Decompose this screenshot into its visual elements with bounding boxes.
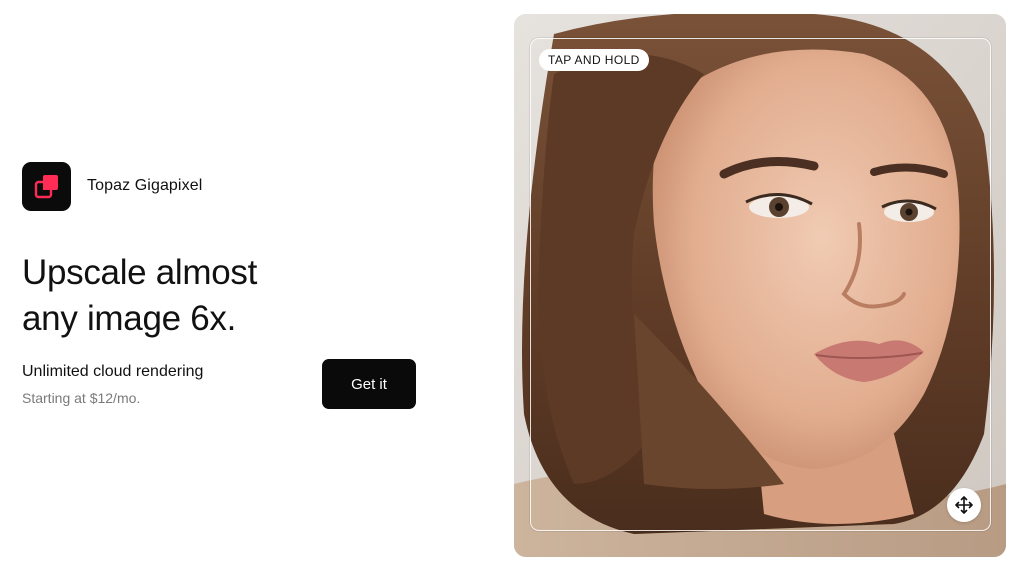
app-name: Topaz Gigapixel — [87, 177, 203, 194]
move-handle-button[interactable] — [947, 488, 981, 522]
move-arrows-icon — [955, 496, 973, 514]
image-preview-panel[interactable]: TAP AND HOLD — [514, 14, 1006, 557]
headline-line-2: any image 6x. — [22, 299, 236, 338]
headline: Upscale almost any image 6x. — [22, 250, 322, 342]
comparison-frame[interactable] — [530, 38, 991, 531]
gigapixel-logo-icon — [34, 175, 58, 199]
tap-and-hold-badge: TAP AND HOLD — [539, 49, 649, 71]
price-text: Starting at $12/mo. — [22, 390, 141, 406]
get-it-button[interactable]: Get it — [322, 359, 416, 409]
tagline: Unlimited cloud rendering — [22, 363, 204, 380]
app-logo — [22, 162, 71, 211]
headline-line-1: Upscale almost — [22, 253, 258, 292]
